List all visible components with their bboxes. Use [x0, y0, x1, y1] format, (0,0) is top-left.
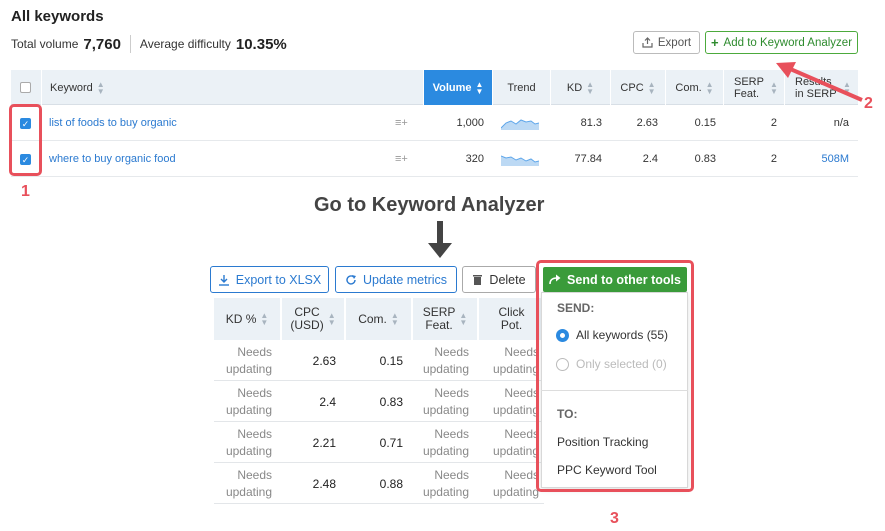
- annotation-box-3: [536, 260, 694, 492]
- sort-icon: ▲ ▼: [96, 79, 105, 96]
- col-com[interactable]: Com. ▲ ▼: [665, 70, 723, 105]
- com-value: 0.71: [379, 435, 403, 450]
- cpc-value: 2.63: [312, 353, 336, 368]
- col-volume[interactable]: Volume ▲ ▼: [423, 70, 492, 105]
- serp-value: 2: [770, 117, 777, 129]
- col-cpc-usd[interactable]: CPC (USD) ▲ ▼: [282, 298, 346, 340]
- cpc-value: 2.4: [642, 153, 658, 165]
- col-keyword[interactable]: Keyword ▲ ▼: [41, 70, 423, 105]
- annotation-label-2: 2: [864, 95, 873, 112]
- col-click-pot[interactable]: Click Pot.: [479, 298, 544, 340]
- kd-needs-updating: Needs updating: [225, 467, 272, 499]
- kd-value: 81.3: [580, 117, 602, 129]
- download-icon: [218, 274, 229, 286]
- keyword-table-header: Keyword ▲ ▼ Volume ▲ ▼ Trend KD ▲ ▼ CPC ▲ ▼ …: [11, 70, 858, 105]
- results-value: n/a: [833, 117, 849, 129]
- table-row: Needs updating 2.48 0.88 Needs updating Ne…: [214, 463, 544, 504]
- com-value: 0.15: [694, 117, 716, 129]
- table-row: ✓ list of foods to buy organic ≡+ 1,000 …: [11, 105, 858, 141]
- sort-icon: ▲ ▼: [459, 311, 468, 327]
- table-row: Needs updating 2.21 0.71 Needs updating Ne…: [214, 422, 544, 463]
- goto-heading: Go to Keyword Analyzer: [314, 194, 545, 216]
- trend-sparkline: [501, 141, 539, 177]
- sort-icon: ▲ ▼: [647, 79, 656, 96]
- results-value[interactable]: 508M: [784, 141, 849, 177]
- serp-needs-updating: Needs updating: [422, 467, 469, 499]
- arrow-down-icon: [428, 221, 452, 258]
- com-value: 0.88: [379, 476, 403, 491]
- com-value: 0.15: [379, 353, 403, 368]
- col-cpc[interactable]: CPC ▲ ▼: [610, 70, 665, 105]
- export-button[interactable]: Export: [633, 31, 700, 54]
- sparkline-icon: [501, 119, 539, 130]
- keyword-link[interactable]: list of foods to buy organic: [49, 105, 177, 141]
- col-trend: Trend: [492, 70, 550, 105]
- serp-value: 2: [770, 153, 777, 165]
- serp-needs-updating: Needs updating: [422, 385, 469, 417]
- sort-icon: ▲ ▼: [327, 311, 336, 327]
- sort-icon: ▲ ▼: [260, 311, 269, 327]
- keyword-link[interactable]: where to buy organic food: [49, 141, 176, 177]
- kd-needs-updating: Needs updating: [225, 426, 272, 458]
- com-value: 0.83: [694, 153, 716, 165]
- sort-icon: ▲ ▼: [705, 79, 714, 96]
- sort-icon: ▲ ▼: [475, 79, 484, 96]
- annotation-box-1: [9, 104, 42, 176]
- click-needs-updating: Needs updating: [492, 385, 539, 417]
- volume-value: 320: [465, 153, 484, 165]
- select-all-checkbox[interactable]: [20, 82, 31, 93]
- avg-difficulty-label: Average difficulty: [139, 37, 231, 51]
- avg-difficulty-value: 10.35%: [235, 35, 287, 53]
- add-to-list-icon[interactable]: ≡+: [395, 141, 408, 177]
- divider: [129, 35, 131, 53]
- sort-icon: ▲ ▼: [586, 79, 595, 96]
- annotation-label-1: 1: [21, 183, 30, 200]
- click-needs-updating: Needs updating: [492, 426, 539, 458]
- table-row: Needs updating 2.63 0.15 Needs updating Ne…: [214, 340, 544, 381]
- com-value: 0.83: [379, 394, 403, 409]
- export-xlsx-button[interactable]: Export to XLSX: [210, 266, 329, 293]
- kd-needs-updating: Needs updating: [225, 385, 272, 417]
- click-needs-updating: Needs updating: [492, 344, 539, 376]
- export-icon: [642, 37, 653, 48]
- add-to-list-icon[interactable]: ≡+: [395, 105, 408, 141]
- volume-value: 1,000: [456, 117, 484, 129]
- cpc-value: 2.21: [312, 435, 336, 450]
- delete-button[interactable]: Delete: [462, 266, 536, 293]
- update-metrics-button[interactable]: Update metrics: [335, 266, 457, 293]
- add-label: Add to Keyword Analyzer: [723, 36, 853, 49]
- cpc-value: 2.48: [312, 476, 336, 491]
- table-row: Needs updating 2.4 0.83 Needs updating Nee…: [214, 381, 544, 422]
- serp-needs-updating: Needs updating: [422, 426, 469, 458]
- trend-sparkline: [501, 105, 539, 141]
- analyzer-table-header: KD % ▲ ▼ CPC (USD) ▲ ▼ Com. ▲ ▼ SERP Feat. …: [214, 298, 544, 340]
- kd-value: 77.84: [574, 153, 602, 165]
- select-all-cell[interactable]: [11, 70, 40, 105]
- summary-bar: Total volume 7,760 Average difficulty 10…: [11, 35, 287, 53]
- table-row: ✓ where to buy organic food ≡+ 320 77.84…: [11, 141, 858, 177]
- col-serp-feat[interactable]: SERP Feat. ▲ ▼: [413, 298, 479, 340]
- col-kd-percent[interactable]: KD % ▲ ▼: [214, 298, 282, 340]
- total-volume-label: Total volume: [11, 37, 79, 51]
- trash-icon: [473, 274, 483, 285]
- kd-needs-updating: Needs updating: [225, 344, 272, 376]
- cpc-value: 2.63: [636, 117, 658, 129]
- add-to-keyword-analyzer-button[interactable]: + Add to Keyword Analyzer: [705, 31, 858, 54]
- total-volume-value: 7,760: [83, 35, 121, 53]
- click-needs-updating: Needs updating: [492, 467, 539, 499]
- page-title: All keywords: [11, 8, 104, 25]
- cpc-value: 2.4: [319, 394, 336, 409]
- refresh-icon: [346, 274, 356, 285]
- col-com[interactable]: Com. ▲ ▼: [346, 298, 413, 340]
- export-label: Export: [657, 36, 692, 49]
- serp-needs-updating: Needs updating: [422, 344, 469, 376]
- annotation-arrow-icon: [776, 62, 863, 102]
- col-kd[interactable]: KD ▲ ▼: [550, 70, 610, 105]
- annotation-label-3: 3: [610, 510, 619, 527]
- sort-icon: ▲ ▼: [390, 311, 399, 327]
- plus-icon: +: [710, 35, 719, 50]
- sparkline-icon: [501, 155, 539, 166]
